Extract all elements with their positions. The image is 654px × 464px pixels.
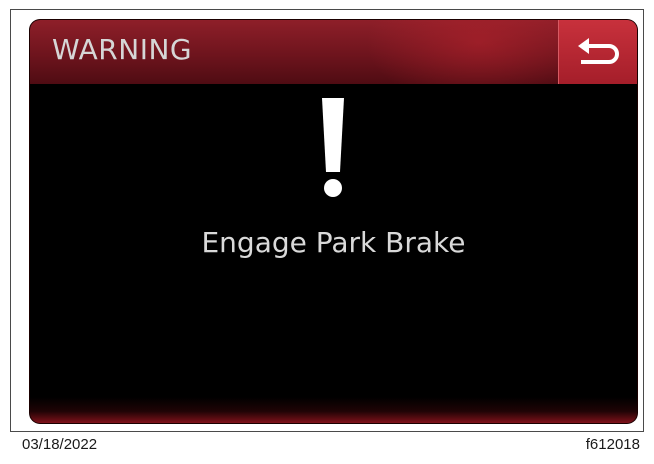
exclamation-icon	[322, 98, 344, 197]
figure-id: f612018	[585, 436, 640, 453]
warning-header: WARNING	[30, 20, 637, 84]
page-title: WARNING	[52, 33, 193, 66]
back-button[interactable]	[558, 20, 637, 84]
back-arrow-icon	[578, 38, 619, 64]
alert-message: Engage Park Brake	[201, 226, 466, 259]
display-screen: WARNING Engage Park Brake	[30, 20, 637, 423]
figure-date: 03/18/2022	[22, 436, 98, 453]
